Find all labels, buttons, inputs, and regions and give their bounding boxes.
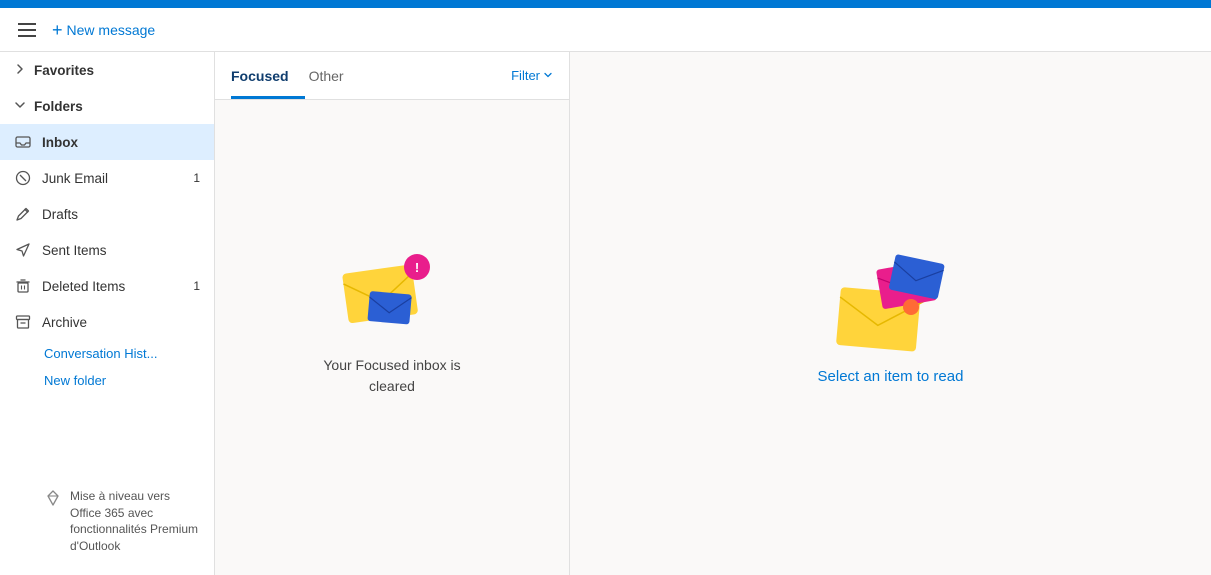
sidebar: Favorites Folders Inbox	[0, 52, 215, 575]
upgrade-text: Mise à niveau vers Office 365 avec fonct…	[70, 488, 200, 555]
favorites-label: Favorites	[34, 63, 94, 78]
focused-empty-illustration: !	[332, 239, 452, 339]
hamburger-line	[18, 29, 36, 31]
drafts-label: Drafts	[42, 207, 200, 222]
new-folder-link[interactable]: New folder	[0, 367, 214, 394]
hamburger-line	[18, 35, 36, 37]
tab-other[interactable]: Other	[309, 54, 360, 99]
sidebar-item-inbox[interactable]: Inbox	[0, 124, 214, 160]
favorites-toggle[interactable]: Favorites	[0, 52, 214, 88]
sidebar-item-junk[interactable]: Junk Email 1	[0, 160, 214, 196]
inbox-icon	[14, 133, 32, 151]
archive-label: Archive	[42, 315, 200, 330]
folders-label: Folders	[34, 99, 83, 114]
drafts-icon	[14, 205, 32, 223]
filter-label: Filter	[511, 68, 540, 83]
chevron-right-icon	[14, 63, 26, 78]
top-bar	[0, 0, 1211, 8]
new-message-button[interactable]: + New message	[52, 21, 155, 39]
sent-label: Sent Items	[42, 243, 200, 258]
reading-pane: Select an item to read	[570, 52, 1211, 575]
sent-icon	[14, 241, 32, 259]
tab-focused[interactable]: Focused	[231, 54, 305, 99]
focused-empty-text: Your Focused inbox is cleared	[323, 355, 460, 397]
hamburger-line	[18, 23, 36, 25]
deleted-icon	[14, 277, 32, 295]
archive-icon	[14, 313, 32, 331]
junk-icon	[14, 169, 32, 187]
tabs-bar: Focused Other Filter	[215, 52, 569, 100]
chevron-down-icon	[14, 99, 26, 114]
plus-icon: +	[52, 21, 63, 39]
email-list-panel: Focused Other Filter	[215, 52, 570, 575]
diamond-icon	[44, 489, 62, 507]
conversation-hist-link[interactable]: Conversation Hist...	[0, 340, 214, 367]
sidebar-item-drafts[interactable]: Drafts	[0, 196, 214, 232]
upgrade-section[interactable]: Mise à niveau vers Office 365 avec fonct…	[0, 478, 214, 565]
email-list-empty: ! Your Focused inbox is cleared	[215, 100, 569, 575]
new-message-label: New message	[67, 22, 156, 38]
inbox-label: Inbox	[42, 135, 200, 150]
deleted-badge: 1	[184, 279, 200, 293]
filter-button[interactable]: Filter	[511, 68, 553, 83]
junk-badge: 1	[184, 171, 200, 185]
svg-text:!: !	[415, 260, 419, 275]
junk-label: Junk Email	[42, 171, 174, 186]
reading-pane-illustration	[821, 242, 961, 352]
deleted-label: Deleted Items	[42, 279, 174, 294]
filter-chevron-icon	[543, 68, 553, 83]
select-item-text: Select an item to read	[818, 368, 964, 385]
main-layout: Favorites Folders Inbox	[0, 52, 1211, 575]
folders-toggle[interactable]: Folders	[0, 88, 214, 124]
sidebar-item-archive[interactable]: Archive	[0, 304, 214, 340]
hamburger-button[interactable]	[10, 19, 44, 41]
header: + New message	[0, 8, 1211, 52]
sidebar-item-deleted[interactable]: Deleted Items 1	[0, 268, 214, 304]
sidebar-item-sent[interactable]: Sent Items	[0, 232, 214, 268]
